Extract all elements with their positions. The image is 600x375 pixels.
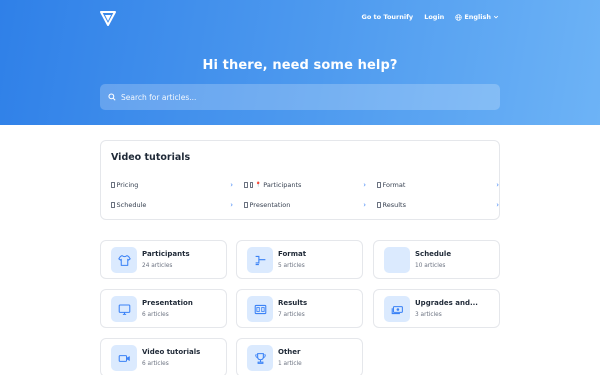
missing-glyph-icon	[244, 202, 248, 208]
money-icon	[384, 296, 410, 322]
search-input[interactable]	[121, 92, 481, 102]
category-title: Schedule	[415, 250, 452, 258]
chevron-right-icon: ›	[363, 201, 366, 209]
hero-title: Hi there, need some help?	[202, 58, 398, 73]
video-link-label: Schedule	[116, 201, 147, 209]
category-card-other[interactable]: Other 1 article	[236, 338, 363, 375]
search-bar[interactable]	[100, 84, 500, 110]
category-title: Presentation	[142, 299, 193, 307]
go-to-tournify-label: Go to Tournify	[361, 13, 414, 21]
login-label: Login	[424, 13, 445, 21]
globe-icon	[455, 13, 462, 21]
article-count: 7 articles	[278, 312, 305, 318]
scoreboard-icon	[247, 296, 273, 322]
monitor-icon	[111, 296, 137, 322]
video-link-label: Format	[382, 181, 406, 189]
article-count: 6 articles	[142, 312, 169, 318]
video-tutorials-title: Video tutorials	[111, 152, 191, 163]
language-selector[interactable]: English	[455, 13, 499, 21]
video-icon	[111, 345, 137, 371]
category-title: Results	[278, 299, 308, 307]
missing-glyph-icon	[111, 202, 115, 208]
category-card-participants[interactable]: Participants 24 articles	[100, 240, 227, 279]
chevron-right-icon: ›	[230, 181, 233, 189]
category-title: Participants	[142, 250, 190, 258]
bracket-icon	[247, 247, 273, 273]
video-link-label: Participants	[263, 181, 302, 189]
trophy-icon	[247, 345, 273, 371]
go-to-tournify-link[interactable]: Go to Tournify	[361, 13, 413, 21]
missing-glyph-icon	[111, 182, 115, 188]
video-link-schedule[interactable]: Schedule ›	[111, 199, 233, 211]
video-link-presentation[interactable]: Presentation ›	[244, 199, 366, 211]
top-nav: Go to Tournify Login English	[361, 13, 499, 21]
category-card-video-tutorials[interactable]: Video tutorials 6 articles	[100, 338, 227, 375]
category-card-schedule[interactable]: Schedule 10 articles	[373, 240, 500, 279]
login-link[interactable]: Login	[424, 13, 444, 21]
video-link-participants[interactable]: 📍 Participants ›	[244, 179, 366, 191]
video-link-prefix: 📍	[255, 182, 262, 188]
category-card-format[interactable]: Format 5 articles	[236, 240, 363, 279]
category-title: Upgrades and...	[415, 299, 478, 307]
language-label: English	[464, 13, 491, 21]
missing-glyph-icon	[377, 182, 381, 188]
category-card-presentation[interactable]: Presentation 6 articles	[100, 289, 227, 328]
category-card-upgrades[interactable]: Upgrades and... 3 articles	[373, 289, 500, 328]
article-count: 6 articles	[142, 361, 169, 367]
article-count: 24 articles	[142, 263, 173, 269]
video-link-format[interactable]: Format ›	[377, 179, 499, 191]
missing-glyph-icon	[377, 202, 381, 208]
chevron-right-icon: ›	[363, 181, 366, 189]
video-link-label: Presentation	[249, 201, 291, 209]
missing-glyph-icon	[244, 182, 248, 188]
video-link-label: Pricing	[116, 181, 139, 189]
video-link-results[interactable]: Results ›	[377, 199, 499, 211]
article-count: 10 articles	[415, 263, 446, 269]
video-link-pricing[interactable]: Pricing ›	[111, 179, 233, 191]
video-link-label: Results	[382, 201, 406, 209]
category-title: Video tutorials	[142, 348, 201, 356]
chevron-right-icon: ›	[496, 201, 499, 209]
video-tutorials-section: Video tutorials Pricing › 📍 Participants …	[100, 140, 500, 220]
category-title: Format	[278, 250, 307, 258]
missing-glyph-icon	[249, 182, 253, 188]
article-count: 5 articles	[278, 263, 305, 269]
chevron-right-icon: ›	[496, 181, 499, 189]
category-card-results[interactable]: Results 7 articles	[236, 289, 363, 328]
hero-header: Go to Tournify Login English Hi there, n…	[0, 0, 600, 125]
shirt-icon	[111, 247, 137, 273]
chevron-right-icon: ›	[230, 201, 233, 209]
search-icon	[108, 93, 116, 101]
tournify-logo-icon[interactable]	[100, 10, 116, 26]
category-title: Other	[278, 348, 301, 356]
article-count: 1 article	[278, 361, 302, 367]
schedule-icon	[384, 247, 410, 273]
chevron-down-icon	[493, 15, 499, 19]
article-count: 3 articles	[415, 312, 442, 318]
